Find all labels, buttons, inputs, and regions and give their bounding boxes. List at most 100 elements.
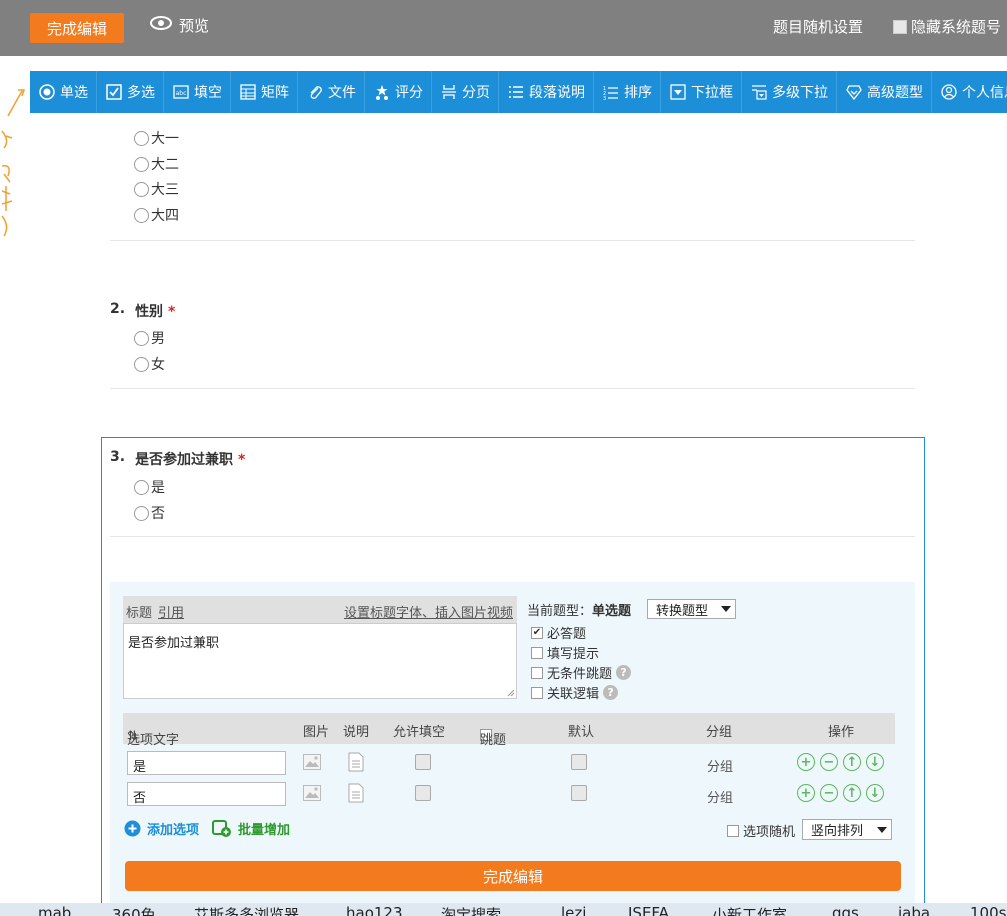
arrow-down-icon[interactable]: ↓ (866, 784, 884, 802)
check-label: 关联逻辑 (547, 687, 600, 702)
q1-option-1[interactable]: 大一 (134, 128, 179, 148)
unconditional-jump-check[interactable]: 无条件跳题 ? (531, 663, 632, 682)
required-check[interactable]: ✔ 必答题 (531, 623, 586, 642)
q3-option-1[interactable]: 是 (134, 477, 165, 497)
radio-button[interactable] (134, 505, 149, 521)
toolbar-sort[interactable]: 123 排序 (594, 71, 661, 113)
sort-arrows-icon[interactable]: ⇅ (127, 729, 138, 744)
bookmark-item[interactable]: 淘宝搜索 (441, 904, 501, 916)
allow-fill-checkbox[interactable] (415, 785, 431, 801)
radio-button[interactable] (134, 479, 149, 495)
add-icon[interactable]: + (797, 753, 815, 771)
convert-type-label: 转换题型 (656, 603, 709, 619)
bookmark-item[interactable]: hao123 (346, 904, 403, 916)
q1-option-2[interactable]: 大二 (134, 154, 179, 174)
logic-checkbox[interactable] (531, 686, 543, 699)
q2-option-2[interactable]: 女 (134, 354, 165, 374)
bookmark-item[interactable]: 小新工作室 (712, 904, 787, 916)
arrow-up-icon[interactable]: ↑ (843, 784, 861, 802)
radio-button[interactable] (134, 156, 149, 172)
random-setting-link[interactable]: 题目随机设置 (773, 16, 863, 37)
option-text-input[interactable]: 否 (127, 782, 286, 806)
radio-button[interactable] (134, 356, 149, 372)
note-icon[interactable] (348, 752, 364, 772)
toolbar-matrix[interactable]: 矩阵 (231, 71, 298, 113)
toolbar-paragraph[interactable]: 段落说明 (499, 71, 594, 113)
bookmark-item[interactable]: 360免 (112, 904, 156, 916)
radio-button[interactable] (134, 207, 149, 223)
layout-select[interactable]: 竖向排列 (802, 819, 892, 840)
header-group: 分组 (706, 725, 733, 740)
q3-option-2[interactable]: 否 (134, 503, 165, 523)
random-option-label: 选项随机 (743, 825, 796, 840)
bookmark-item[interactable]: jaba (898, 904, 930, 916)
option-label: 是 (151, 480, 165, 496)
image-icon[interactable] (303, 754, 321, 770)
add-option-button[interactable]: 添加选项 (124, 819, 199, 838)
bookmark-item[interactable]: ggs (832, 904, 859, 916)
remove-icon[interactable]: − (820, 784, 838, 802)
toolbar-file[interactable]: 文件 (298, 71, 365, 113)
resize-handle-icon[interactable] (507, 689, 515, 697)
toolbar-fill-blank[interactable]: abc 填空 (164, 71, 231, 113)
dropdown-arrow-icon (721, 606, 731, 612)
title-font-link[interactable]: 设置标题字体、插入图片视频 (344, 602, 513, 621)
quote-link[interactable]: 引用 (158, 602, 184, 621)
default-checkbox[interactable] (571, 785, 587, 801)
radio-button[interactable] (134, 181, 149, 197)
eye-icon (149, 14, 173, 36)
arrow-up-icon[interactable]: ↑ (843, 753, 861, 771)
preview-button[interactable]: 预览 (149, 14, 209, 36)
bookmark-item[interactable]: 艾斯多多浏览器 (194, 904, 299, 916)
bookmark-item[interactable]: ISEFA (628, 904, 669, 916)
help-icon[interactable]: ? (616, 665, 632, 680)
arrow-down-icon[interactable]: ↓ (866, 753, 884, 771)
hide-system-toggle[interactable]: 隐藏系统题号 (893, 16, 1001, 37)
toolbar-label: 分页 (462, 85, 490, 101)
batch-add-button[interactable]: 批量增加 (212, 819, 290, 838)
toolbar-single-choice[interactable]: 单选 (30, 71, 97, 113)
convert-type-select[interactable]: 转换题型 (647, 599, 736, 619)
toolbar-label: 矩阵 (261, 85, 289, 101)
bookmark-item[interactable]: lezi (561, 904, 586, 916)
fill-hint-checkbox[interactable] (531, 646, 543, 659)
q1-option-4[interactable]: 大四 (134, 205, 179, 225)
help-icon[interactable]: ? (603, 685, 619, 700)
bookmark-item[interactable]: mab (38, 904, 71, 916)
toolbar-advanced[interactable]: 高级题型 (837, 71, 932, 113)
radio-button[interactable] (134, 330, 149, 346)
bookmark-item[interactable]: 100s (970, 904, 1006, 916)
note-icon[interactable] (348, 783, 364, 803)
finish-edit-top-button[interactable]: 完成编辑 (30, 13, 124, 43)
toolbar-page-break[interactable]: 分页 (432, 71, 499, 113)
option-text-input[interactable]: 是 (127, 751, 286, 775)
question-title-text: 性别 (135, 304, 164, 320)
divider (110, 536, 915, 537)
toolbar-rating[interactable]: 评分 (365, 71, 432, 113)
fill-hint-check[interactable]: 填写提示 (531, 643, 599, 662)
remove-icon[interactable]: − (820, 753, 838, 771)
group-link[interactable]: 分组 (707, 787, 733, 806)
q1-option-3[interactable]: 大三 (134, 179, 179, 199)
finish-edit-button[interactable]: 完成编辑 (125, 861, 901, 891)
hide-system-checkbox[interactable] (893, 19, 907, 34)
q2-option-1[interactable]: 男 (134, 328, 165, 348)
unconditional-jump-checkbox[interactable] (531, 666, 543, 679)
image-icon[interactable] (303, 785, 321, 801)
allow-fill-checkbox[interactable] (415, 754, 431, 770)
toolbar-multi-choice[interactable]: 多选 (97, 71, 164, 113)
required-star: * (237, 452, 246, 468)
toolbar-dropdown[interactable]: 下拉框 (661, 71, 742, 113)
toolbar-multi-dropdown[interactable]: 多级下拉 (742, 71, 837, 113)
random-option-checkbox[interactable] (727, 824, 739, 837)
random-option-check[interactable]: 选项随机 (727, 821, 795, 840)
logic-check[interactable]: 关联逻辑 ? (531, 683, 619, 702)
radio-button[interactable] (134, 130, 149, 146)
add-icon[interactable]: + (797, 784, 815, 802)
option-label: 大一 (151, 131, 179, 147)
title-textarea[interactable]: 是否参加过兼职 (123, 623, 517, 699)
required-checkbox[interactable]: ✔ (531, 626, 543, 639)
toolbar-personal-info[interactable]: 个人信息 (932, 71, 1007, 113)
group-link[interactable]: 分组 (707, 756, 733, 775)
default-checkbox[interactable] (571, 754, 587, 770)
